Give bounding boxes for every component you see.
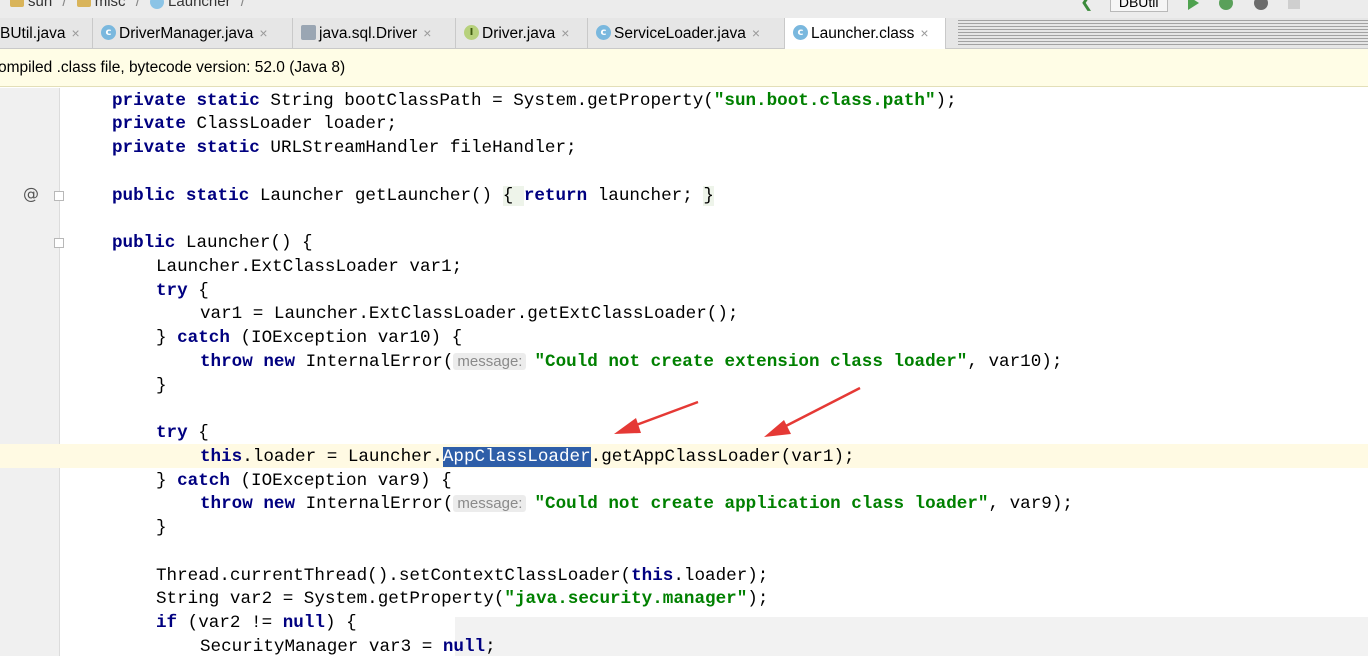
stop-icon[interactable] [1288, 0, 1301, 9]
breadcrumb: sun / misc / Launcher / [10, 0, 251, 10]
breadcrumb-separator: / [135, 0, 140, 10]
classfile-icon [301, 25, 316, 41]
close-icon[interactable]: × [259, 25, 267, 41]
back-arrow-icon[interactable]: ❮ [1080, 0, 1093, 12]
tab-label: BUtil.java [0, 25, 66, 42]
tab-label: java.sql.Driver [319, 25, 418, 42]
folder-icon [10, 0, 24, 8]
decompiled-notice-bar: ompiled .class file, bytecode version: 5… [0, 49, 1368, 87]
breadcrumb-item-launcher[interactable]: Launcher [168, 0, 231, 10]
tab-launcher-class[interactable]: c Launcher.class × [785, 18, 946, 49]
close-icon[interactable]: × [423, 25, 431, 41]
navigation-bar: sun / misc / Launcher / ❮ DBUtil [0, 0, 1368, 18]
run-icon[interactable] [1187, 0, 1199, 10]
tab-java-sql-driver[interactable]: java.sql.Driver × [293, 18, 456, 48]
close-icon[interactable]: × [752, 25, 760, 41]
tab-serviceloader[interactable]: c ServiceLoader.java × [588, 18, 785, 48]
annotation-arrow [614, 400, 699, 434]
annotation-arrows [614, 386, 861, 437]
breadcrumb-item-misc[interactable]: misc [95, 0, 126, 10]
tab-label: ServiceLoader.java [614, 25, 746, 42]
annotation-arrow [764, 386, 861, 437]
run-configuration-select[interactable]: DBUtil [1109, 0, 1168, 12]
breadcrumb-item-sun[interactable]: sun [28, 0, 52, 10]
class-icon [150, 0, 165, 10]
run-toolbar: ❮ DBUtil [1080, 0, 1301, 12]
close-icon[interactable]: × [561, 25, 569, 41]
debug-icon[interactable] [1219, 0, 1234, 10]
class-icon: c [596, 25, 611, 41]
tab-dbutil[interactable]: BUtil.java × [0, 18, 93, 48]
tab-driver[interactable]: I Driver.java × [456, 18, 588, 48]
interface-icon: I [464, 25, 479, 41]
tab-bar-overflow [958, 20, 1368, 46]
editor-tab-bar: BUtil.java × c DriverManager.java × java.sq… [0, 18, 1368, 49]
tab-drivermanager[interactable]: c DriverManager.java × [93, 18, 293, 48]
class-icon: c [793, 25, 808, 41]
tab-label: Driver.java [482, 25, 556, 42]
notice-text: ompiled .class file, bytecode version: 5… [0, 59, 346, 76]
tab-label: DriverManager.java [119, 25, 254, 42]
code-editor[interactable]: @ private static String bootClassPath = … [0, 88, 1368, 656]
breadcrumb-separator: / [240, 0, 245, 10]
close-icon[interactable]: × [920, 25, 928, 41]
folder-icon [76, 0, 91, 8]
close-icon[interactable]: × [71, 25, 79, 41]
tab-label: Launcher.class [811, 25, 915, 42]
coverage-icon[interactable] [1253, 0, 1268, 10]
class-icon: c [101, 25, 116, 41]
breadcrumb-separator: / [62, 0, 67, 10]
